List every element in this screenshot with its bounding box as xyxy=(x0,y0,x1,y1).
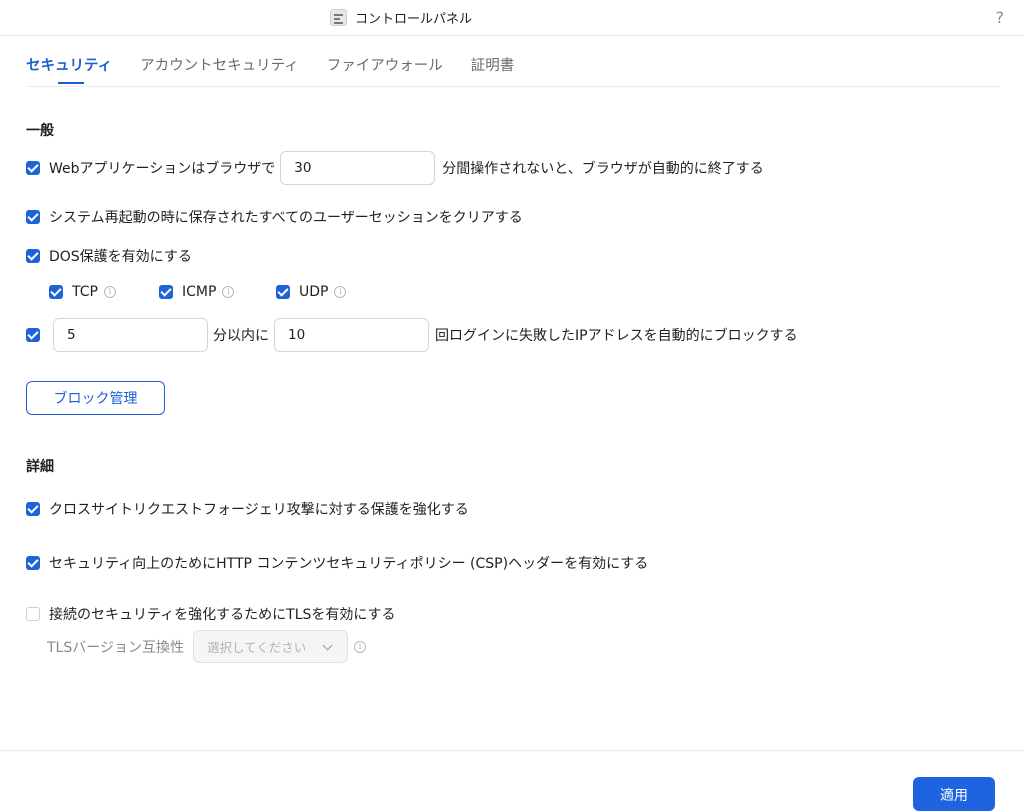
csrf-label: クロスサイトリクエストフォージェリ攻撃に対する保護を強化する xyxy=(49,502,469,518)
session-timeout-checkbox[interactable] xyxy=(26,161,40,175)
icmp-option: ICMP i xyxy=(159,284,235,300)
block-attempts-input[interactable]: 10 xyxy=(274,318,429,352)
auto-block-row: 5 分以内に 10 回ログインに失敗したIPアドレスを自動的にブロックする xyxy=(26,318,798,352)
udp-checkbox[interactable] xyxy=(276,285,290,299)
tls-version-row: TLSバージョン互換性 選択してください i xyxy=(47,630,366,663)
tcp-label: TCP xyxy=(72,284,98,300)
tab-firewall[interactable]: ファイアウォール xyxy=(327,54,443,84)
help-icon[interactable]: ? xyxy=(996,8,1005,27)
title-bar: コントロールパネル ? xyxy=(0,0,1024,36)
block-attempts-label: 回ログインに失敗したIPアドレスを自動的にブロックする xyxy=(435,328,798,344)
app-title: コントロールパネル xyxy=(330,8,472,27)
tcp-option: TCP i xyxy=(49,284,116,300)
tab-certificates[interactable]: 証明書 xyxy=(471,54,515,84)
auto-block-checkbox[interactable] xyxy=(26,328,40,342)
chevron-down-icon xyxy=(322,640,333,651)
csrf-checkbox[interactable] xyxy=(26,502,40,516)
block-minutes-label: 分以内に xyxy=(213,328,269,344)
udp-option: UDP i xyxy=(276,284,347,300)
details-heading: 詳細 xyxy=(26,459,54,475)
icmp-label: ICMP xyxy=(182,284,217,300)
info-icon[interactable]: i xyxy=(334,286,347,298)
block-management-button[interactable]: ブロック管理 xyxy=(26,381,165,415)
tls-label: 接続のセキュリティを強化するためにTLSを有効にする xyxy=(49,607,396,623)
general-heading: 一般 xyxy=(26,123,54,139)
tls-version-select[interactable]: 選択してください xyxy=(192,630,348,663)
tls-version-placeholder: 選択してください xyxy=(206,640,307,655)
tab-account-security[interactable]: アカウントセキュリティ xyxy=(140,54,299,84)
session-timeout-row: Webアプリケーションはブラウザで 30 分間操作されないと、ブラウザが自動的に… xyxy=(26,151,764,185)
tls-row: 接続のセキュリティを強化するためにTLSを有効にする xyxy=(26,604,396,624)
clear-sessions-row: システム再起動の時に保存されたすべてのユーザーセッションをクリアする xyxy=(26,207,523,227)
tab-security[interactable]: セキュリティ xyxy=(26,54,112,84)
udp-label: UDP xyxy=(299,284,329,300)
control-panel-icon xyxy=(330,9,347,26)
tls-checkbox[interactable] xyxy=(26,607,40,621)
info-icon[interactable]: i xyxy=(222,286,235,298)
info-icon[interactable]: i xyxy=(353,640,366,653)
tcp-checkbox[interactable] xyxy=(49,285,63,299)
tab-divider xyxy=(26,86,1000,87)
session-timeout-input[interactable]: 30 xyxy=(280,151,436,185)
tls-version-label: TLSバージョン互換性 xyxy=(47,639,184,656)
dos-label: DOS保護を有効にする xyxy=(49,249,192,265)
csp-row: セキュリティ向上のためにHTTP コンテンツセキュリティポリシー (CSP)ヘッ… xyxy=(26,553,648,573)
clear-sessions-label: システム再起動の時に保存されたすべてのユーザーセッションをクリアする xyxy=(49,210,523,226)
footer-divider xyxy=(0,750,1024,751)
tab-bar: セキュリティ アカウントセキュリティ ファイアウォール 証明書 xyxy=(26,54,542,84)
apply-button[interactable]: 適用 xyxy=(913,777,995,811)
icmp-checkbox[interactable] xyxy=(159,285,173,299)
info-icon[interactable]: i xyxy=(103,286,116,298)
dos-row: DOS保護を有効にする xyxy=(26,246,192,266)
window-title: コントロールパネル xyxy=(355,12,473,27)
csrf-row: クロスサイトリクエストフォージェリ攻撃に対する保護を強化する xyxy=(26,499,469,519)
csp-checkbox[interactable] xyxy=(26,556,40,570)
csp-label: セキュリティ向上のためにHTTP コンテンツセキュリティポリシー (CSP)ヘッ… xyxy=(49,556,649,572)
dos-checkbox[interactable] xyxy=(26,249,40,263)
session-timeout-label: Webアプリケーションはブラウザで xyxy=(49,161,276,177)
session-timeout-suffix: 分間操作されないと、ブラウザが自動的に終了する xyxy=(442,161,764,177)
clear-sessions-checkbox[interactable] xyxy=(26,210,40,224)
block-minutes-input[interactable]: 5 xyxy=(53,318,208,352)
